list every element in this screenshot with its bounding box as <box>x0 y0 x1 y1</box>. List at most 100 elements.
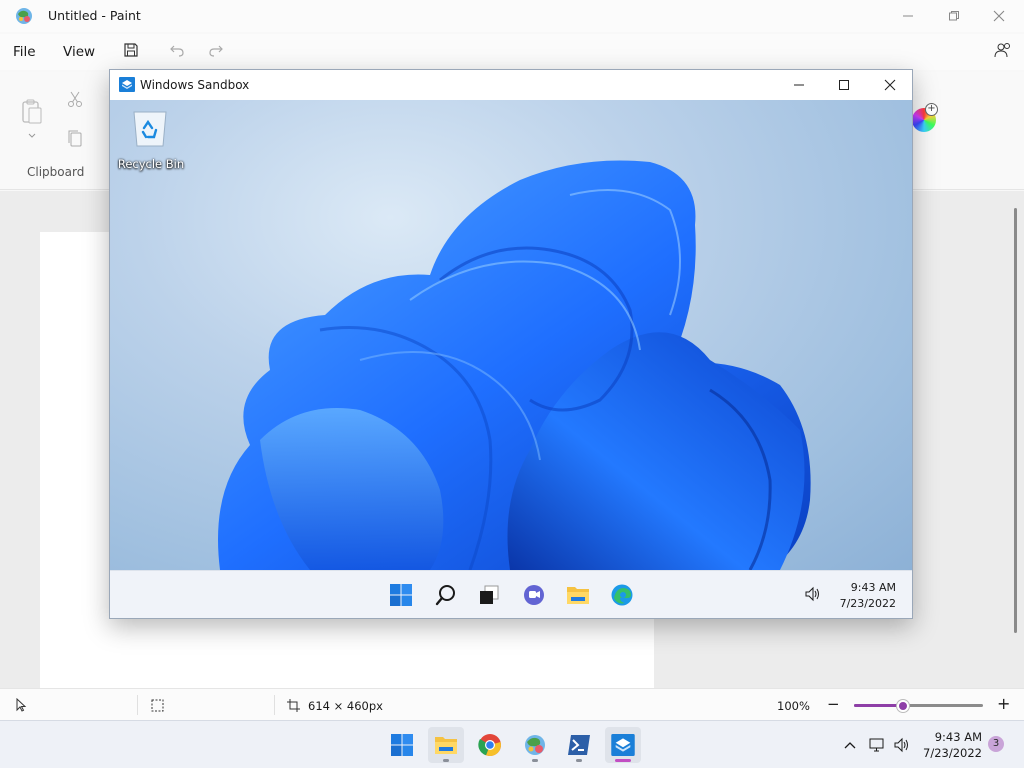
restore-icon <box>949 11 959 21</box>
undo-icon <box>170 45 184 57</box>
paint-close-button[interactable] <box>976 0 1022 32</box>
powershell-icon <box>568 735 590 755</box>
paint-window-title: Untitled - Paint <box>48 8 141 23</box>
account-icon <box>994 43 1010 58</box>
sandbox-window-title: Windows Sandbox <box>140 78 250 92</box>
copy-icon <box>68 130 82 147</box>
sandbox-clock-date: 7/23/2022 <box>839 597 896 610</box>
recycle-bin-icon[interactable] <box>130 108 170 148</box>
maximize-icon <box>839 80 849 90</box>
save-icon <box>124 43 138 57</box>
paint-status-bar: 614 × 460px 100% − + <box>0 688 1024 720</box>
sandbox-window: Windows Sandbox Recycle Bin 9:43 AM 7/23… <box>109 69 913 619</box>
sandbox-taskbar: 9:43 AM 7/23/2022 <box>110 570 912 618</box>
zoom-slider-track[interactable] <box>854 704 983 707</box>
running-indicator <box>532 759 538 762</box>
search-icon <box>435 585 455 606</box>
close-icon <box>993 10 1005 22</box>
cursor-position-icon <box>14 697 28 715</box>
chat-icon <box>524 585 544 605</box>
save-button[interactable] <box>121 40 141 60</box>
recycle-bin-label[interactable]: Recycle Bin <box>116 157 186 171</box>
windows-logo-icon <box>390 584 412 606</box>
sandbox-app-icon <box>119 77 135 92</box>
paste-button[interactable] <box>20 98 44 126</box>
cut-button[interactable] <box>66 90 84 108</box>
network-icon[interactable] <box>868 736 886 754</box>
vertical-scrollbar[interactable] <box>1014 208 1017 633</box>
selection-size-icon <box>151 699 164 715</box>
zoom-in-button[interactable]: + <box>997 694 1010 713</box>
active-indicator <box>615 759 631 762</box>
redo-button[interactable] <box>206 40 226 60</box>
copy-button[interactable] <box>67 129 83 147</box>
minimize-icon <box>903 15 913 17</box>
menu-file[interactable]: File <box>13 44 36 60</box>
task-view-icon <box>480 585 499 604</box>
sandbox-clock-time: 9:43 AM <box>850 581 896 594</box>
sandbox-volume-icon[interactable] <box>804 586 822 605</box>
powershell-button[interactable] <box>561 727 597 763</box>
scissors-icon <box>68 91 82 107</box>
account-button[interactable] <box>993 40 1013 60</box>
taskbar-clock-date: 7/23/2022 <box>923 746 982 760</box>
sandbox-minimize-button[interactable] <box>776 70 822 100</box>
sandbox-clock[interactable]: 9:43 AM 7/23/2022 <box>826 580 896 612</box>
chrome-browser-icon <box>478 734 501 757</box>
taskbar-clock-time: 9:43 AM <box>934 730 982 744</box>
volume-icon[interactable] <box>893 736 911 754</box>
edge-browser-icon <box>611 584 633 606</box>
paint-restore-button[interactable] <box>931 0 977 32</box>
folder-icon <box>567 587 589 604</box>
windows-sandbox-taskbar-button[interactable] <box>605 727 641 763</box>
zoom-out-button[interactable]: − <box>827 695 840 713</box>
sandbox-maximize-button[interactable] <box>821 70 867 100</box>
paint-title-bar[interactable]: Untitled - Paint <box>0 0 1024 32</box>
paste-icon <box>22 99 42 124</box>
taskbar-clock[interactable]: 9:43 AM 7/23/2022 <box>918 729 982 761</box>
notification-count-badge[interactable]: 3 <box>988 736 1004 752</box>
zoom-slider-thumb[interactable] <box>897 700 910 712</box>
show-hidden-icons-button[interactable] <box>841 736 859 754</box>
running-indicator <box>576 759 582 762</box>
paint-menu-bar: File View <box>0 34 1024 70</box>
sandbox-desktop[interactable]: Recycle Bin <box>110 100 912 570</box>
sandbox-search-button[interactable] <box>432 581 460 609</box>
paint-app-icon <box>16 8 32 24</box>
sandbox-file-explorer-button[interactable] <box>564 581 592 609</box>
undo-button[interactable] <box>167 40 187 60</box>
paint-taskbar-button[interactable] <box>517 727 553 763</box>
paste-dropdown-button[interactable] <box>26 130 38 140</box>
zoom-percentage[interactable]: 100% <box>777 699 810 713</box>
status-separator <box>274 695 275 715</box>
chevron-up-icon <box>844 742 856 749</box>
sandbox-close-button[interactable] <box>867 70 912 100</box>
add-color-icon: + <box>925 103 938 116</box>
canvas-size-text: 614 × 460px <box>308 699 383 713</box>
clipboard-group-label: Clipboard <box>27 165 85 179</box>
minimize-icon <box>794 84 804 86</box>
close-icon <box>884 79 896 91</box>
sandbox-title-bar[interactable]: Windows Sandbox <box>110 70 912 100</box>
start-button[interactable] <box>384 727 420 763</box>
file-explorer-button[interactable] <box>428 727 464 763</box>
running-indicator <box>443 759 449 762</box>
sandbox-edge-button[interactable] <box>608 581 636 609</box>
sandbox-task-view-button[interactable] <box>475 581 503 609</box>
sandbox-app-icon <box>611 734 635 756</box>
paint-app-icon <box>525 735 545 755</box>
folder-icon <box>435 737 457 754</box>
redo-icon <box>209 45 223 57</box>
menu-view[interactable]: View <box>63 44 95 60</box>
sandbox-start-button[interactable] <box>387 581 415 609</box>
windows-bloom-wallpaper <box>218 160 811 570</box>
status-separator <box>137 695 138 715</box>
chrome-button[interactable] <box>472 727 508 763</box>
windows-logo-icon <box>391 734 413 756</box>
host-taskbar: 9:43 AM 7/23/2022 3 <box>0 720 1024 768</box>
canvas-size-icon <box>287 699 300 715</box>
zoom-slider-fill <box>854 704 904 707</box>
chevron-down-icon <box>28 133 36 138</box>
paint-minimize-button[interactable] <box>885 0 931 32</box>
sandbox-chat-button[interactable] <box>520 581 548 609</box>
